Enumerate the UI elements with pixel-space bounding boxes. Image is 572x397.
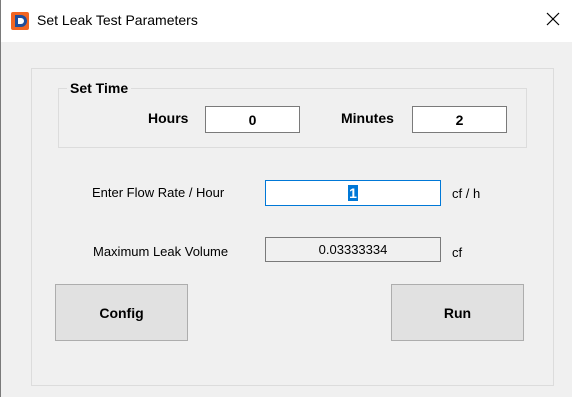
- minutes-input[interactable]: 2: [412, 106, 507, 133]
- flow-rate-value: 1: [348, 185, 358, 201]
- dialog-window: Set Leak Test Parameters Set Time Hours …: [0, 0, 572, 397]
- flow-rate-unit: cf / h: [452, 186, 481, 201]
- set-time-legend: Set Time: [67, 80, 132, 96]
- window-title: Set Leak Test Parameters: [37, 12, 198, 28]
- close-button[interactable]: [537, 6, 569, 36]
- minutes-label: Minutes: [341, 110, 394, 126]
- flow-rate-input[interactable]: 1: [265, 180, 441, 206]
- run-button[interactable]: Run: [391, 284, 524, 341]
- hours-label: Hours: [148, 110, 189, 126]
- hours-input[interactable]: 0: [205, 106, 300, 133]
- max-leak-unit: cf: [452, 245, 463, 260]
- flow-rate-label: Enter Flow Rate / Hour: [92, 185, 225, 200]
- max-leak-output: 0.03333334: [265, 237, 441, 262]
- max-leak-label: Maximum Leak Volume: [93, 244, 229, 259]
- config-button[interactable]: Config: [55, 284, 188, 341]
- app-logo-icon: [11, 12, 29, 30]
- title-bar[interactable]: Set Leak Test Parameters: [1, 0, 572, 42]
- close-icon: [546, 12, 560, 31]
